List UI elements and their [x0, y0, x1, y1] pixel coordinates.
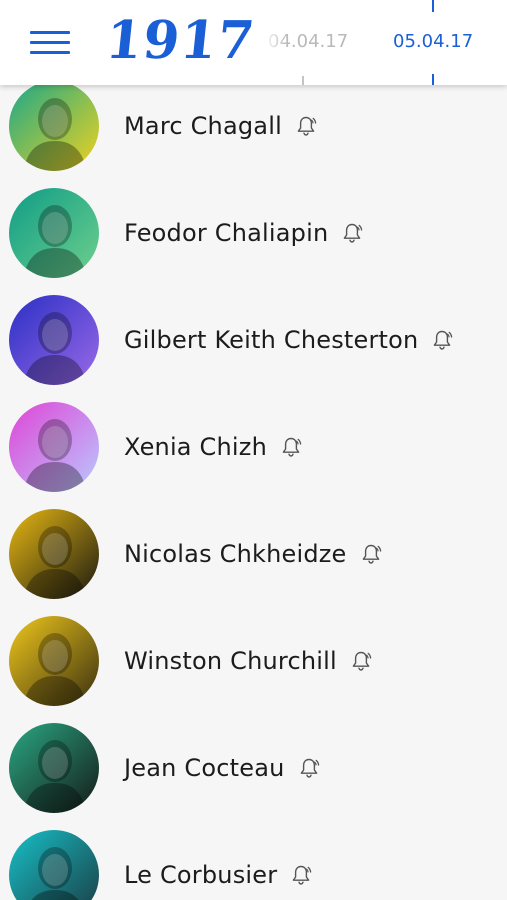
avatar: [9, 402, 99, 492]
app-logo[interactable]: 1917: [103, 10, 258, 72]
timeline-current-marker-bottom: [432, 74, 434, 85]
list-item[interactable]: Le Corbusier: [0, 821, 507, 900]
list-item[interactable]: Nicolas Chkheidze: [0, 500, 507, 607]
avatar: [9, 81, 99, 171]
portrait-image: [9, 723, 99, 813]
person-name: Gilbert Keith Chesterton: [124, 326, 419, 354]
date-current[interactable]: 05.04.17: [393, 31, 473, 52]
list-item[interactable]: Xenia Chizh: [0, 393, 507, 500]
avatar: [9, 295, 99, 385]
people-list: Marc Chagall Feodor Chaliapin Gilbert Ke…: [0, 72, 507, 900]
list-item[interactable]: Gilbert Keith Chesterton: [0, 286, 507, 393]
top-bar: 1917 04.04.17 05.04.17: [0, 0, 507, 85]
notification-bell-icon[interactable]: [294, 114, 318, 138]
person-name: Le Corbusier: [124, 861, 278, 889]
person-name: Feodor Chaliapin: [124, 219, 329, 247]
hamburger-menu-icon[interactable]: [30, 29, 70, 57]
avatar: [9, 723, 99, 813]
portrait-image: [9, 509, 99, 599]
person-name: Xenia Chizh: [124, 433, 267, 461]
portrait-image: [9, 295, 99, 385]
timeline-fade: [262, 24, 288, 56]
notification-bell-icon[interactable]: [349, 649, 373, 673]
person-name: Winston Churchill: [124, 647, 337, 675]
list-item[interactable]: Jean Cocteau: [0, 714, 507, 821]
notification-bell-icon[interactable]: [297, 756, 321, 780]
avatar: [9, 509, 99, 599]
avatar: [9, 830, 99, 900]
notification-bell-icon[interactable]: [279, 435, 303, 459]
notification-bell-icon[interactable]: [359, 542, 383, 566]
list-item[interactable]: Marc Chagall: [0, 72, 507, 179]
portrait-image: [9, 188, 99, 278]
portrait-image: [9, 402, 99, 492]
person-name: Marc Chagall: [124, 112, 282, 140]
avatar: [9, 616, 99, 706]
avatar: [9, 188, 99, 278]
date-timeline[interactable]: 04.04.17 05.04.17: [262, 0, 507, 85]
notification-bell-icon[interactable]: [289, 863, 313, 887]
portrait-image: [9, 830, 99, 900]
notification-bell-icon[interactable]: [430, 328, 454, 352]
portrait-image: [9, 616, 99, 706]
person-name: Jean Cocteau: [124, 754, 285, 782]
portrait-image: [9, 81, 99, 171]
timeline-current-marker-top: [432, 0, 434, 12]
app-screen: 1917 04.04.17 05.04.17 Marc Chagall Feod…: [0, 0, 507, 900]
list-item[interactable]: Feodor Chaliapin: [0, 179, 507, 286]
list-item[interactable]: Winston Churchill: [0, 607, 507, 714]
person-name: Nicolas Chkheidze: [124, 540, 347, 568]
timeline-tick: [302, 76, 304, 85]
notification-bell-icon[interactable]: [340, 221, 364, 245]
